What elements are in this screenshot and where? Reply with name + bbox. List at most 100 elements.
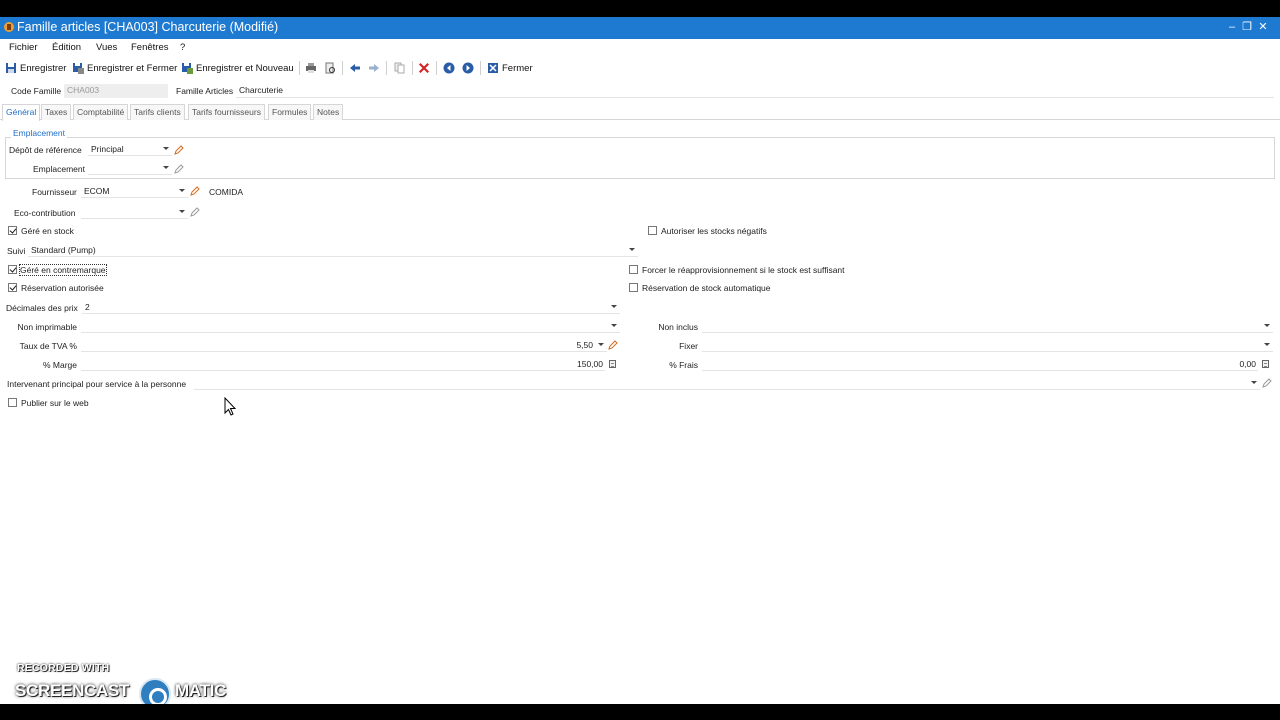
famille-articles-field[interactable]: Charcuterie	[236, 84, 1274, 98]
gere-stock-checkbox[interactable]	[8, 226, 17, 235]
chevron-down-icon	[163, 147, 169, 150]
tab-comptabilite[interactable]: Comptabilité	[73, 104, 129, 120]
reservation-checkbox[interactable]	[8, 283, 17, 292]
publier-web-checkbox[interactable]	[8, 398, 17, 407]
reservation-label: Réservation autorisée	[21, 283, 104, 293]
toolbar-separator	[386, 61, 387, 75]
tab-notes[interactable]: Notes	[313, 104, 344, 120]
reservation-auto-label: Réservation de stock automatique	[642, 283, 771, 293]
menu-edition[interactable]: Édition	[52, 42, 81, 53]
chevron-down-icon	[179, 189, 185, 192]
menu-fenetres[interactable]: Fenêtres	[131, 42, 169, 53]
edit-pencil-icon[interactable]	[174, 145, 184, 155]
edit-pencil-icon[interactable]	[190, 186, 200, 196]
close-button[interactable]: Fermer	[487, 60, 533, 76]
contremarque-label: Géré en contremarque	[19, 264, 107, 276]
edit-pencil-icon[interactable]	[190, 207, 200, 217]
chevron-down-icon	[1264, 343, 1270, 346]
famille-articles-label: Famille Articles	[176, 86, 234, 96]
save-new-button[interactable]: Enregistrer et Nouveau	[181, 60, 294, 76]
chevron-down-icon	[1264, 324, 1270, 327]
fixer-select[interactable]	[702, 339, 1273, 352]
watermark-line1: RECORDED WITH	[17, 662, 110, 674]
chevron-down-icon	[179, 210, 185, 213]
non-inclus-label: Non inclus	[658, 322, 698, 332]
menu-fichier[interactable]: Fichier	[9, 42, 38, 53]
frais-field[interactable]: 0,00	[702, 358, 1258, 371]
depot-label: Dépôt de référence	[9, 145, 82, 155]
minimize-button[interactable]: –	[1225, 20, 1239, 34]
reappro-checkbox[interactable]	[629, 265, 638, 274]
close-label: Fermer	[502, 62, 533, 74]
save-new-label: Enregistrer et Nouveau	[196, 62, 294, 74]
title-bar: Famille articles [CHA003] Charcuterie (M…	[0, 17, 1280, 39]
window-title: Famille articles [CHA003] Charcuterie (M…	[17, 20, 279, 34]
emplacement-group-title: Emplacement	[11, 128, 67, 138]
calculator-icon[interactable]	[1262, 360, 1269, 368]
gere-stock-label: Géré en stock	[21, 226, 74, 236]
stocks-negatifs-checkbox[interactable]	[648, 226, 657, 235]
edit-pencil-icon[interactable]	[608, 340, 618, 350]
print-button[interactable]	[305, 60, 317, 76]
emplacement-group	[5, 137, 1275, 179]
depot-select[interactable]: Principal	[88, 143, 172, 156]
watermark-line2: SCREENCAST	[15, 681, 130, 700]
undo-button[interactable]	[349, 60, 361, 76]
non-imprimable-label: Non imprimable	[17, 322, 77, 332]
contremarque-checkbox[interactable]	[8, 265, 17, 274]
tab-general[interactable]: Général	[2, 104, 41, 121]
intervenant-select[interactable]	[194, 377, 1260, 390]
decimales-label: Décimales des prix	[6, 303, 78, 313]
save-close-button[interactable]: Enregistrer et Fermer	[72, 60, 177, 76]
code-famille-label: Code Famille	[11, 86, 62, 96]
save-close-icon	[73, 63, 84, 74]
menu-vues[interactable]: Vues	[96, 42, 117, 53]
non-imprimable-select[interactable]	[81, 320, 620, 333]
calculator-icon[interactable]	[609, 360, 616, 368]
print-preview-button[interactable]	[324, 60, 336, 76]
next-button[interactable]	[462, 60, 474, 76]
tab-taxes[interactable]: Taxes	[41, 104, 72, 120]
edit-pencil-icon[interactable]	[1262, 378, 1272, 388]
depot-value: Principal	[91, 144, 124, 154]
undo-arrow-icon	[350, 64, 360, 72]
save-new-icon	[182, 63, 193, 74]
intervenant-label: Intervenant principal pour service à la …	[7, 379, 187, 389]
decimales-select[interactable]: 2	[82, 301, 620, 314]
publier-web-label: Publier sur le web	[21, 398, 89, 408]
marge-field[interactable]: 150,00	[81, 358, 605, 371]
previous-button[interactable]	[443, 60, 455, 76]
eco-contribution-select[interactable]	[81, 206, 188, 219]
emplacement-select[interactable]	[88, 162, 172, 175]
tab-formules[interactable]: Formules	[268, 104, 312, 120]
tab-tarifs-clients[interactable]: Tarifs clients	[130, 104, 185, 120]
reservation-auto-checkbox[interactable]	[629, 283, 638, 292]
tab-tarifs-fournisseurs[interactable]: Tarifs fournisseurs	[188, 104, 265, 120]
toolbar-separator	[299, 61, 300, 75]
copy-button[interactable]	[394, 60, 406, 76]
emplacement-label: Emplacement	[33, 164, 85, 174]
close-window-button[interactable]: ✕	[1256, 20, 1270, 34]
chevron-down-icon	[611, 324, 617, 327]
print-preview-icon	[325, 62, 335, 74]
decimales-value: 2	[85, 302, 90, 312]
restore-button[interactable]: ❐	[1240, 20, 1254, 34]
frais-label: % Frais	[669, 360, 698, 370]
frais-value: 0,00	[1239, 359, 1256, 369]
edit-pencil-icon[interactable]	[174, 164, 184, 174]
fournisseur-select[interactable]: ECOM	[81, 185, 188, 198]
marge-label: % Marge	[42, 360, 77, 370]
non-inclus-select[interactable]	[702, 320, 1273, 333]
menu-bar: Fichier Édition Vues Fenêtres ?	[0, 39, 1280, 57]
fournisseur-value: ECOM	[84, 186, 110, 196]
suivi-label: Suivi	[7, 246, 26, 256]
suivi-select[interactable]: Standard (Pump)	[28, 244, 638, 257]
eco-contribution-label: Eco-contribution	[14, 208, 76, 218]
toolbar-separator	[436, 61, 437, 75]
save-button[interactable]: Enregistrer	[5, 60, 66, 76]
chevron-down-icon	[1251, 381, 1257, 384]
delete-button[interactable]	[418, 60, 430, 76]
taux-tva-select[interactable]: 5,50	[81, 339, 607, 352]
redo-button[interactable]	[368, 60, 380, 76]
menu-help[interactable]: ?	[180, 42, 185, 53]
